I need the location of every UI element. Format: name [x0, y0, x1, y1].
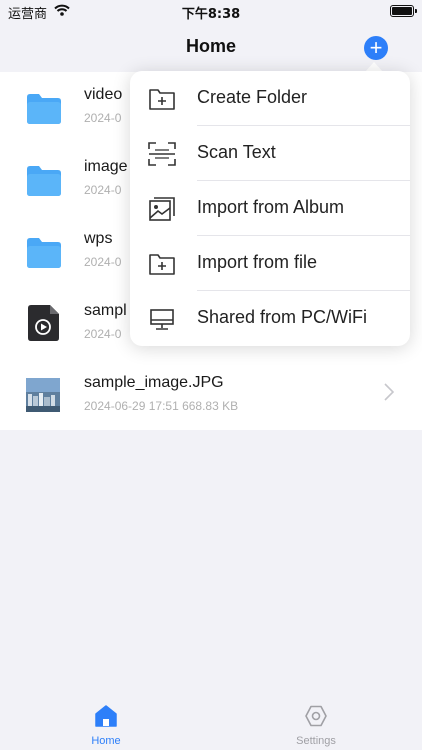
folder-plus-icon — [148, 86, 176, 112]
file-name: image — [84, 158, 128, 175]
page-title: Home — [185, 36, 236, 56]
folder-icon — [26, 91, 62, 125]
tab-label: Home — [91, 735, 121, 747]
home-icon — [94, 704, 118, 733]
tab-label: Settings — [296, 735, 336, 747]
file-name: sampl — [84, 302, 127, 319]
file-name: sample_image.JPG — [84, 374, 224, 391]
file-meta: 2024-0 — [84, 183, 122, 197]
file-row-sample-image[interactable]: sample_image.JPG 2024-06-29 17:51 668.83… — [0, 360, 422, 431]
add-menu-popup: Create Folder Scan Text Import from Albu… — [130, 71, 410, 346]
file-meta: 2024-0 — [84, 255, 122, 269]
menu-item-label: Import from Album — [197, 197, 345, 217]
menu-item-import-file[interactable]: Import from file — [130, 236, 410, 291]
menu-item-import-album[interactable]: Import from Album — [130, 181, 410, 236]
file-name: wps — [84, 230, 113, 247]
scan-icon — [148, 141, 176, 167]
file-meta: 2024-0 — [84, 327, 122, 341]
settings-icon — [304, 704, 328, 733]
menu-item-create-folder[interactable]: Create Folder — [130, 71, 410, 126]
clock: 下午8:38 — [181, 7, 241, 22]
video-file-icon — [28, 305, 64, 341]
tab-bar: Home Settings — [0, 690, 422, 750]
add-button[interactable]: + — [364, 36, 388, 60]
folder-icon — [26, 235, 62, 269]
image-thumbnail — [26, 378, 60, 412]
file-meta: 2024-0 — [84, 111, 122, 125]
status-bar: 运营商 下午8:38 — [0, 0, 422, 24]
file-plus-icon — [148, 251, 176, 277]
tab-home[interactable]: Home — [66, 702, 146, 747]
menu-item-label: Import from file — [197, 252, 318, 272]
photo-icon — [148, 196, 176, 222]
folder-icon — [26, 163, 62, 197]
menu-item-label: Create Folder — [197, 87, 308, 107]
menu-item-shared-pc-wifi[interactable]: Shared from PC/WiFi — [130, 291, 410, 346]
menu-item-label: Scan Text — [197, 142, 276, 162]
menu-item-scan-text[interactable]: Scan Text — [130, 126, 410, 181]
tab-settings[interactable]: Settings — [276, 702, 356, 747]
file-meta: 2024-06-29 17:51 668.83 KB — [84, 399, 239, 413]
menu-item-label: Shared from PC/WiFi — [197, 307, 368, 327]
monitor-icon — [148, 306, 176, 332]
chevron-right-icon — [384, 383, 395, 406]
file-name: video — [84, 86, 123, 103]
battery-icon — [390, 5, 417, 17]
